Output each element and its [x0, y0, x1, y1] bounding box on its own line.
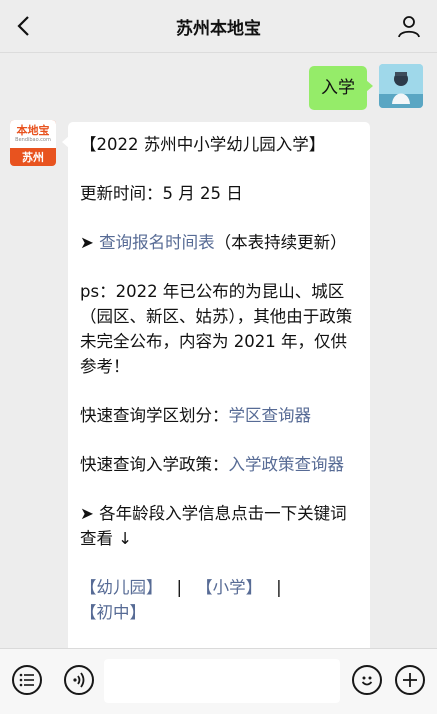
- message-input[interactable]: [104, 659, 340, 703]
- voice-button[interactable]: [64, 665, 94, 695]
- schedule-line: ➤ 查询报名时间表（本表持续更新）: [80, 230, 358, 255]
- bot-site: Bendibao.com: [15, 136, 51, 143]
- arrow-icon: ➤: [80, 233, 100, 252]
- chevron-left-icon: [17, 16, 29, 36]
- keyword-middle-link[interactable]: 【初中】: [80, 603, 146, 622]
- keyword-primary-link[interactable]: 【小学】: [196, 578, 262, 597]
- district-label: 快速查询学区划分：: [80, 406, 229, 425]
- back-button[interactable]: [10, 12, 38, 40]
- outgoing-message: 入学: [309, 64, 423, 110]
- outgoing-bubble[interactable]: 入学: [309, 66, 373, 110]
- ps-note: ps：2022 年已公布的为昆山、城区（园区、新区、姑苏），其他由于政策未完全公…: [80, 282, 353, 376]
- add-button[interactable]: [395, 665, 425, 695]
- emoji-button[interactable]: [352, 665, 382, 695]
- bot-city: 苏州: [22, 151, 44, 164]
- policy-link[interactable]: 入学政策查询器: [229, 455, 345, 474]
- policy-line: 快速查询入学政策：入学政策查询器: [80, 452, 358, 477]
- list-menu-icon: [19, 673, 34, 687]
- keywords-hint: ➤ 各年龄段入学信息点击一下关键词查看 ↓: [80, 504, 347, 548]
- update-time: 更新时间：5 月 25 日: [80, 184, 243, 203]
- user-avatar[interactable]: [379, 64, 423, 108]
- district-line: 快速查询学区划分：学区查询器: [80, 403, 358, 428]
- input-bar: [0, 648, 437, 714]
- emoji-icon: [361, 676, 373, 686]
- incoming-bubble: 【2022 苏州中小学幼儿园入学】 更新时间：5 月 25 日 ➤ 查询报名时间…: [68, 122, 370, 662]
- menu-button[interactable]: [12, 665, 42, 695]
- chat-header: 苏州本地宝: [0, 0, 437, 53]
- voice-icon: [73, 672, 85, 688]
- separator: |: [176, 578, 183, 597]
- schedule-link[interactable]: 查询报名时间表: [99, 233, 215, 252]
- plus-icon: [403, 673, 417, 687]
- separator: |: [276, 578, 282, 597]
- keyword-kindergarten-link[interactable]: 【幼儿园】: [80, 578, 163, 597]
- message-title: 【2022 苏州中小学幼儿园入学】: [80, 135, 326, 154]
- chat-title: 苏州本地宝: [176, 18, 261, 39]
- profile-button[interactable]: [395, 12, 423, 40]
- schedule-note: （本表持续更新）: [214, 233, 347, 252]
- policy-label: 快速查询入学政策：: [80, 455, 229, 474]
- bot-brand: 本地宝: [16, 123, 50, 137]
- person-icon: [398, 16, 420, 38]
- keyword-links: 【幼儿园】 | 【小学】 | 【初中】: [80, 575, 358, 625]
- district-link[interactable]: 学区查询器: [229, 406, 312, 425]
- bot-avatar[interactable]: 本地宝 Bendibao.com 苏州: [10, 120, 56, 166]
- avatar-image: [379, 64, 423, 108]
